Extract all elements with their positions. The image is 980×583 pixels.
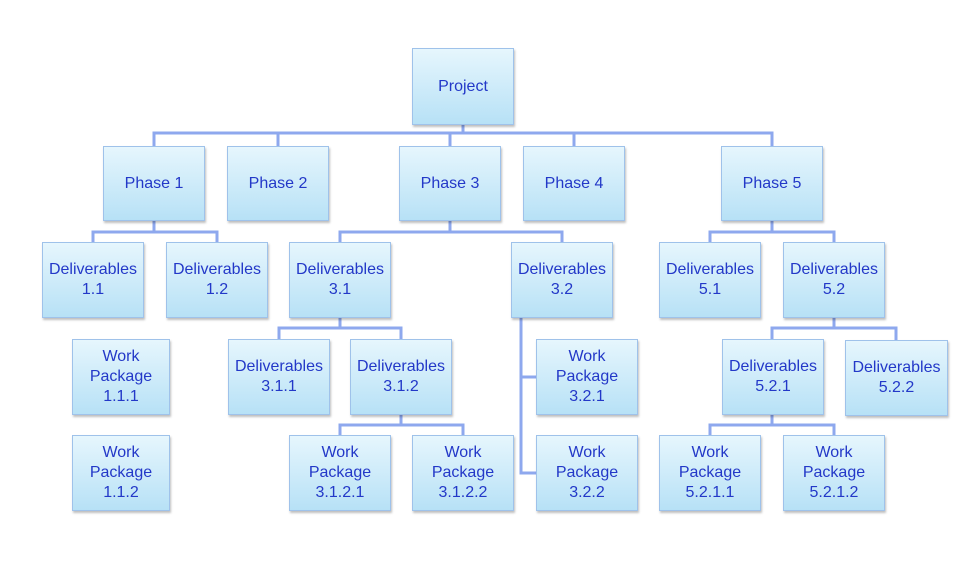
node-wp321: Work Package 3.2.1 [536,339,638,415]
node-d51: Deliverables 5.1 [659,242,761,318]
node-p2: Phase 2 [227,146,329,221]
connector-d521 [708,414,836,435]
node-wp5211: Work Package 5.2.1.1 [659,435,761,511]
node-wp3121: Work Package 3.1.2.1 [289,435,391,511]
node-d311: Deliverables 3.1.1 [228,339,330,415]
node-project: Project [412,48,514,125]
node-wp111: Work Package 1.1.1 [72,339,170,415]
wbs-diagram: Project Phase 1 Phase 2 Phase 3 Phase 4 Phase… [0,0,980,583]
node-d521: Deliverables 5.2.1 [722,339,824,415]
node-wp5212: Work Package 5.2.1.2 [783,435,885,511]
node-d12: Deliverables 1.2 [166,242,268,318]
connector-project-phases [152,125,774,146]
node-p1: Phase 1 [103,146,205,221]
node-d32: Deliverables 3.2 [511,242,613,318]
node-d522: Deliverables 5.2.2 [845,340,948,416]
node-p5: Phase 5 [721,146,823,221]
node-wp112: Work Package 1.1.2 [72,435,170,511]
node-d11: Deliverables 1.1 [42,242,144,318]
node-p4: Phase 4 [523,146,625,221]
node-p3: Phase 3 [399,146,501,221]
connector-phase1 [91,221,219,242]
node-d312: Deliverables 3.1.2 [350,339,452,415]
node-wp322: Work Package 3.2.2 [536,435,638,511]
connector-phase5 [708,221,836,242]
connector-d52 [770,318,898,340]
node-wp3122: Work Package 3.1.2.2 [412,435,514,511]
connector-phase3 [338,221,564,242]
node-d31: Deliverables 3.1 [289,242,391,318]
connector-d312 [338,414,465,435]
node-d52: Deliverables 5.2 [783,242,885,318]
connector-d31 [277,318,403,339]
connector-d32 [519,318,536,475]
